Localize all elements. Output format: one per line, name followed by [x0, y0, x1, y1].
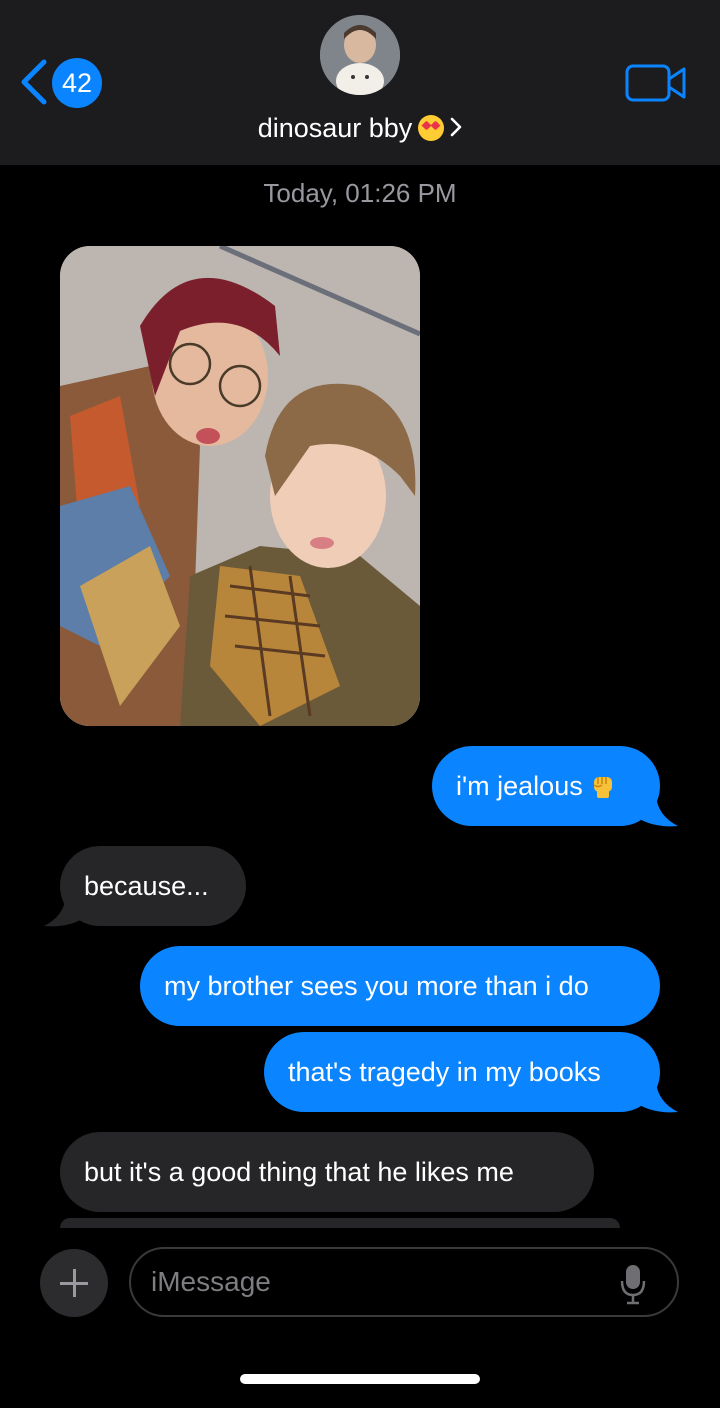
- message-text: i'm jealous: [456, 771, 583, 801]
- bubble-tail: [636, 796, 678, 827]
- video-call-icon[interactable]: [625, 64, 687, 102]
- message-text: that's tragedy in my books: [288, 1057, 601, 1087]
- received-message-bubble[interactable]: because...: [60, 846, 246, 926]
- contact-name: dinosaur bby: [257, 113, 413, 143]
- microphone-icon[interactable]: [619, 1263, 647, 1305]
- heart-eyes-emoji-icon: [418, 115, 445, 141]
- message-text: my brother sees you more than i do: [164, 971, 589, 1001]
- message-input-placeholder: iMessage: [151, 1266, 271, 1297]
- back-button[interactable]: 42: [18, 56, 118, 112]
- message-text: because...: [84, 871, 209, 901]
- received-message-bubble[interactable]: but it's a good thing that he likes me: [60, 1132, 594, 1212]
- contact-avatar[interactable]: [320, 15, 400, 95]
- sent-message-bubble[interactable]: my brother sees you more than i do: [140, 946, 660, 1026]
- partially-visible-message-bubble: [60, 1218, 620, 1228]
- sent-message-bubble[interactable]: that's tragedy in my books: [264, 1032, 660, 1112]
- message-input[interactable]: iMessage: [129, 1247, 679, 1317]
- unread-count-badge: 42: [52, 58, 102, 108]
- bubble-tail: [636, 1082, 678, 1113]
- raised-fist-emoji-icon: [593, 777, 612, 798]
- chevron-left-icon: [21, 59, 47, 105]
- thread-timestamp: Today, 01:26 PM: [263, 178, 457, 208]
- message-text: but it's a good thing that he likes me: [84, 1157, 514, 1187]
- conversation-header: 42 dinosaur bby: [0, 0, 720, 165]
- contact-name-button[interactable]: dinosaur bby: [0, 108, 720, 148]
- add-attachment-button[interactable]: [40, 1249, 108, 1317]
- sent-message-bubble[interactable]: i'm jealous: [432, 746, 660, 826]
- chevron-right-icon: [450, 117, 462, 137]
- home-indicator[interactable]: [240, 1374, 480, 1384]
- photo-attachment[interactable]: [60, 246, 420, 726]
